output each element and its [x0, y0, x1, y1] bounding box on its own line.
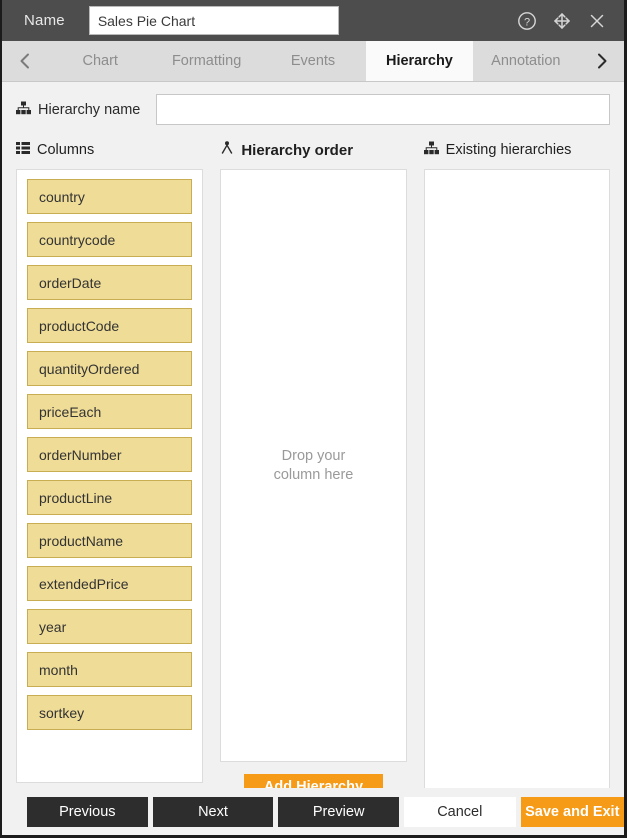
columns-panel: Columns country countrycode orderDate pr…	[16, 139, 204, 783]
name-label: Name	[24, 12, 65, 29]
save-and-exit-button[interactable]: Save and Exit	[520, 796, 624, 827]
dialog-footer: Previous Next Preview Cancel Save and Ex…	[2, 788, 624, 835]
titlebar-icon-group: ?	[516, 10, 614, 32]
columns-panel-header: Columns	[16, 139, 203, 161]
column-chip[interactable]: priceEach	[27, 394, 193, 429]
chevron-left-icon[interactable]	[2, 41, 47, 81]
list-icon	[16, 142, 30, 158]
hierarchy-order-panel: Hierarchy order Drop your column here Ad…	[220, 139, 407, 801]
hierarchy-order-title: Hierarchy order	[241, 141, 354, 159]
columns-panel-title: Columns	[37, 142, 95, 158]
tab-hierarchy[interactable]: Hierarchy	[366, 41, 473, 81]
tab-list: Chart Formatting Events Hierarchy Annota…	[47, 41, 580, 81]
previous-button[interactable]: Previous	[27, 796, 148, 827]
close-icon[interactable]	[586, 10, 608, 32]
hierarchy-icon	[16, 101, 31, 119]
move-icon[interactable]	[551, 10, 573, 32]
hierarchy-order-header: Hierarchy order	[220, 139, 406, 161]
help-circle-icon[interactable]: ?	[516, 10, 538, 32]
chart-designer-dialog: Name ?	[0, 0, 627, 838]
tab-strip: Chart Formatting Events Hierarchy Annota…	[2, 41, 624, 82]
column-chip[interactable]: productName	[27, 523, 193, 558]
chevron-right-icon[interactable]	[579, 41, 624, 81]
column-chip[interactable]: countrycode	[27, 222, 193, 257]
hierarchy-name-label: Hierarchy name	[38, 101, 141, 118]
existing-hierarchies-title: Existing hierarchies	[445, 142, 572, 158]
existing-hierarchies-list[interactable]	[423, 169, 610, 790]
hierarchy-drop-zone[interactable]: Drop your column here	[220, 169, 407, 762]
column-chip[interactable]: orderDate	[27, 265, 193, 300]
column-chip[interactable]: country	[27, 179, 193, 214]
column-chip[interactable]: productCode	[27, 308, 193, 343]
existing-hierarchies-panel: Existing hierarchies	[423, 139, 610, 790]
hierarchy-name-label-group: Hierarchy name	[16, 101, 140, 119]
hierarchy-branch-icon	[220, 141, 234, 159]
cancel-button[interactable]: Cancel	[403, 796, 516, 827]
hierarchy-name-row: Hierarchy name	[2, 82, 624, 125]
tab-chart[interactable]: Chart	[47, 41, 154, 81]
column-chip[interactable]: sortkey	[27, 695, 193, 730]
chart-name-input[interactable]	[88, 6, 339, 35]
next-button[interactable]: Next	[152, 796, 274, 827]
existing-hierarchies-header: Existing hierarchies	[423, 139, 610, 161]
column-chip[interactable]: year	[27, 609, 193, 644]
columns-list: country countrycode orderDate productCod…	[16, 169, 204, 783]
hierarchy-icon	[423, 141, 439, 159]
drop-text-line-2: column here	[273, 466, 354, 483]
dialog-titlebar: Name ?	[2, 0, 624, 41]
preview-button[interactable]: Preview	[278, 796, 399, 827]
panels-region: Columns country countrycode orderDate pr…	[2, 125, 624, 801]
column-chip[interactable]: productLine	[27, 480, 193, 515]
hierarchy-name-input[interactable]	[156, 94, 610, 125]
column-chip[interactable]: orderNumber	[27, 437, 193, 472]
svg-text:?: ?	[524, 16, 530, 28]
drop-text-line-1: Drop your	[281, 447, 346, 464]
column-chip[interactable]: month	[27, 652, 193, 687]
tab-annotation[interactable]: Annotation	[472, 41, 580, 81]
drop-zone-text: Drop your column here	[274, 447, 354, 485]
tab-formatting[interactable]: Formatting	[153, 41, 260, 81]
column-chip[interactable]: quantityOrdered	[27, 351, 193, 386]
column-chip[interactable]: extendedPrice	[27, 566, 193, 601]
tab-events[interactable]: Events	[259, 41, 367, 81]
